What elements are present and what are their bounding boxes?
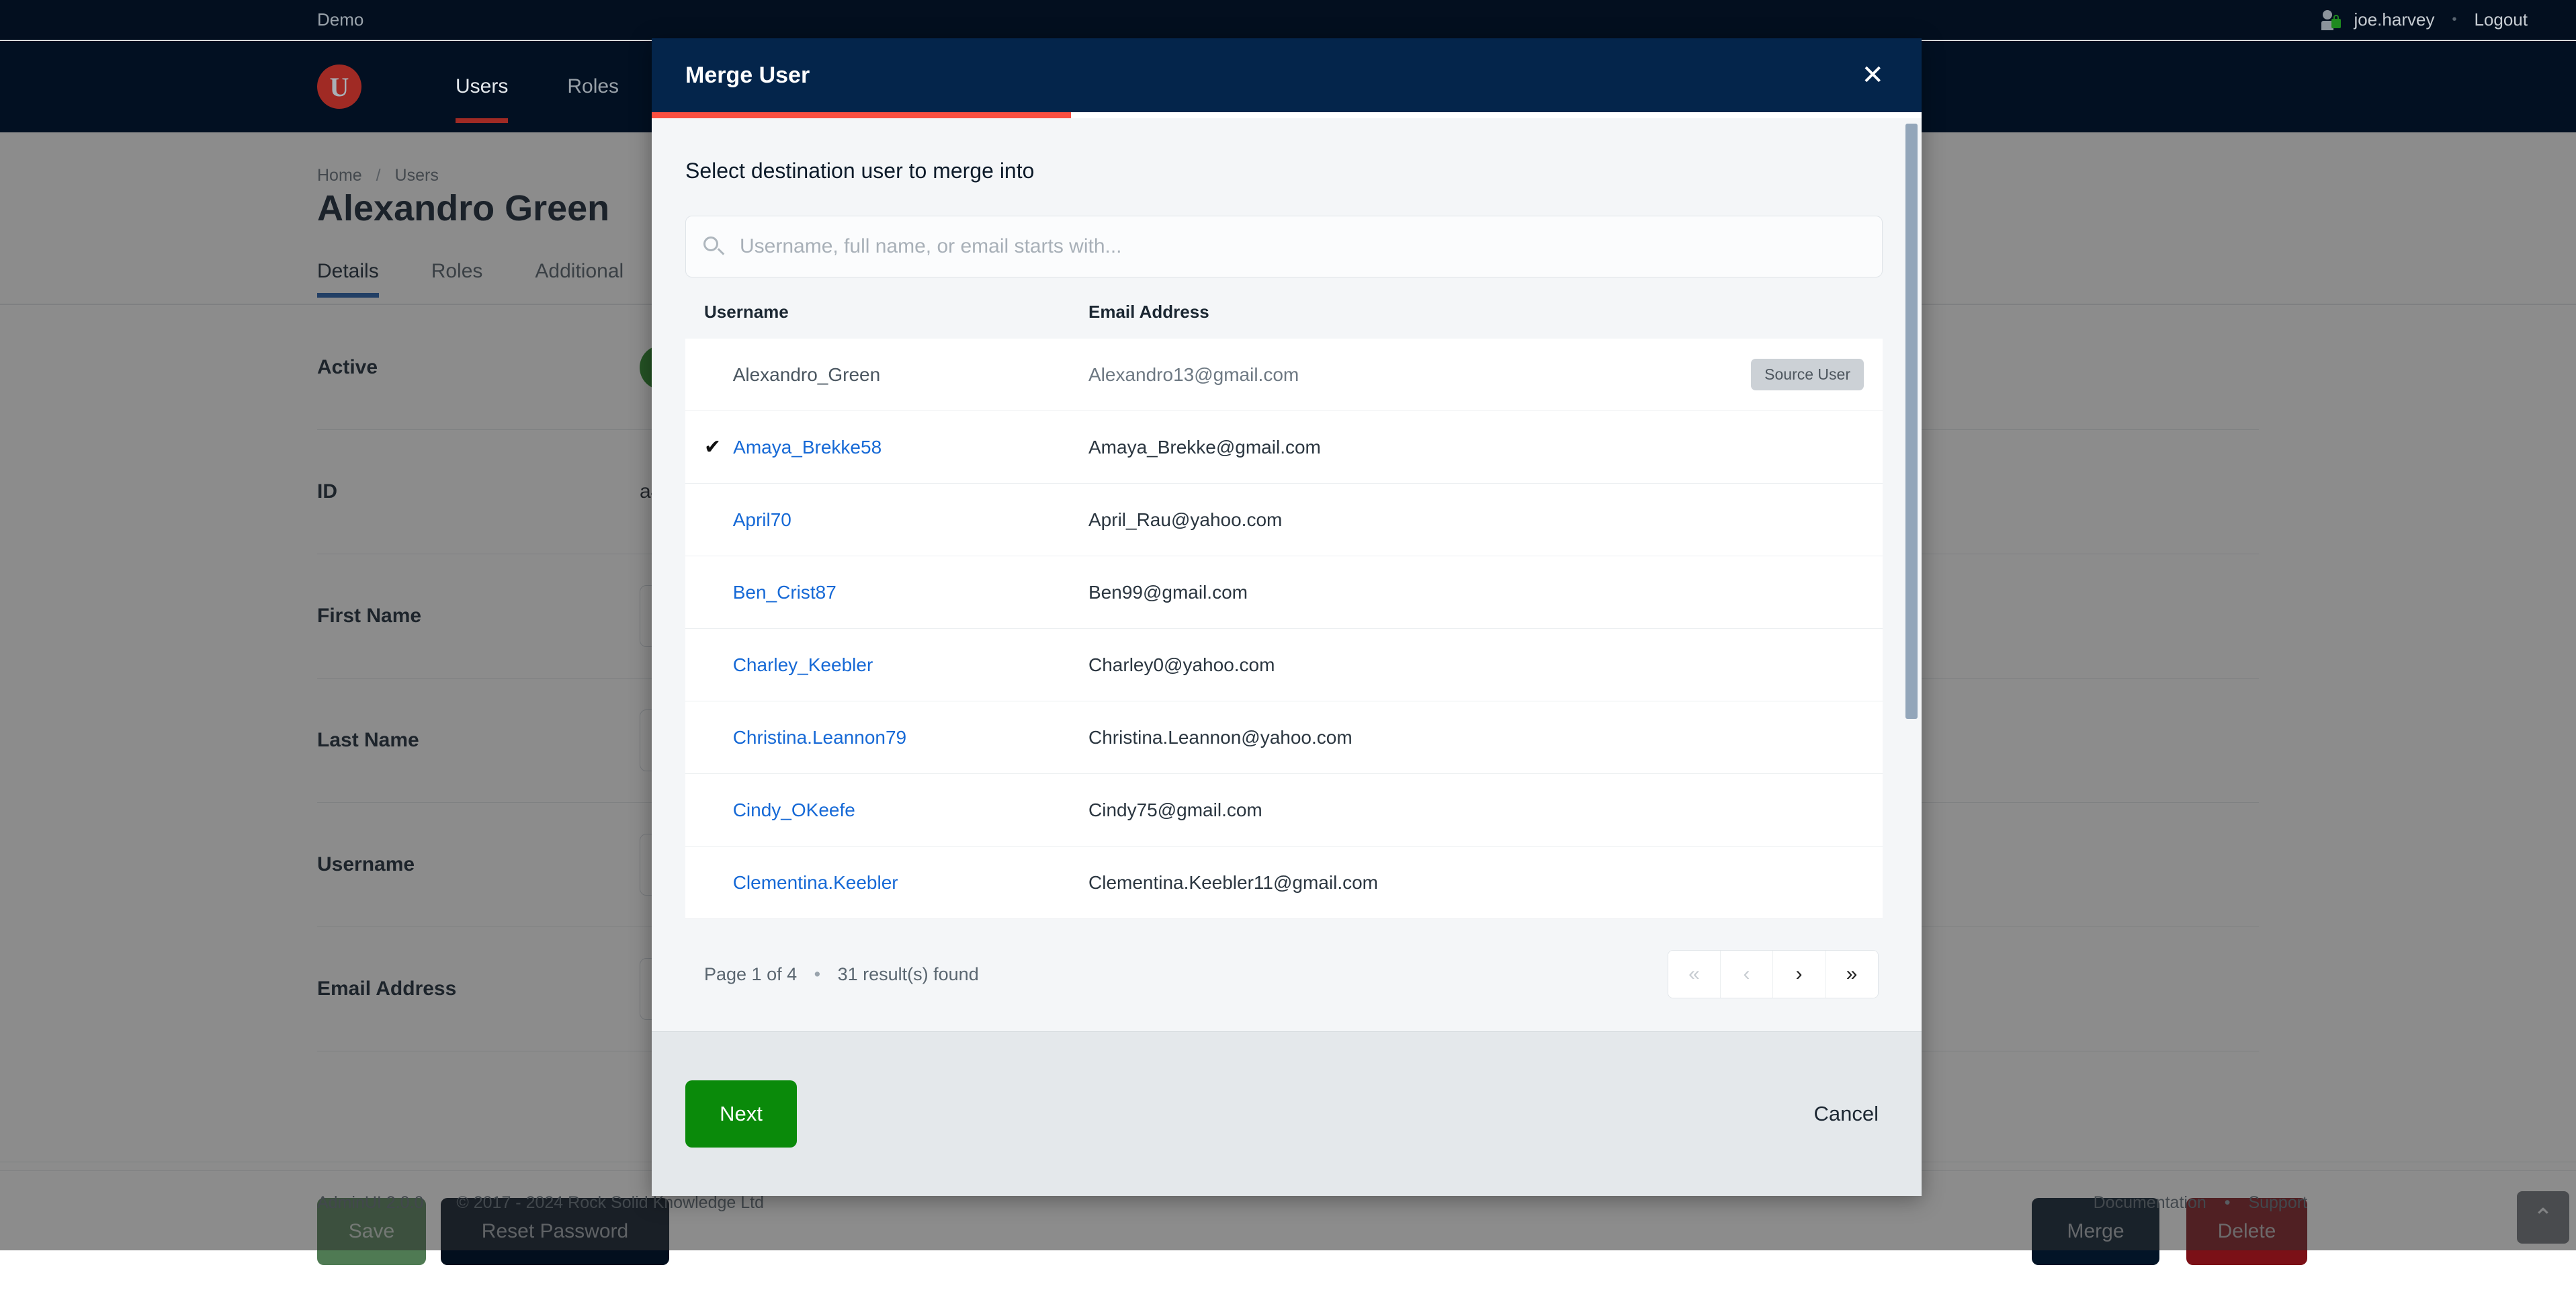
modal-body: Select destination user to merge into Us… [652, 118, 1922, 1031]
pagination-separator: • [814, 964, 820, 984]
pagination-buttons: « ‹ › » [1668, 950, 1879, 998]
table-row[interactable]: Clementina.Keebler Clementina.Keebler11@… [685, 847, 1883, 919]
close-icon[interactable]: ✕ [1857, 61, 1888, 89]
row-email: Charley0@yahoo.com [1088, 654, 1883, 676]
row-email: Ben99@gmail.com [1088, 582, 1883, 603]
row-username[interactable]: Christina.Leannon79 [733, 727, 1088, 748]
pagination: Page 1 of 4 • 31 result(s) found « ‹ › » [685, 919, 1883, 1025]
pagination-summary: Page 1 of 4 • 31 result(s) found [704, 964, 979, 985]
user-list: Alexandro_Green Alexandro13@gmail.com So… [685, 339, 1883, 919]
row-username[interactable]: Charley_Keebler [733, 654, 1088, 676]
modal-title: Merge User [685, 62, 810, 89]
result-count: 31 result(s) found [838, 964, 979, 984]
row-check-icon: ✔ [704, 435, 721, 459]
row-username[interactable]: Ben_Crist87 [733, 582, 1088, 603]
logout-link[interactable]: Logout [2474, 9, 2528, 30]
row-email: Amaya_Brekke@gmail.com [1088, 437, 1883, 458]
row-username[interactable]: April70 [733, 509, 1088, 531]
modal-scrollbar[interactable] [1905, 124, 1918, 1026]
top-bar-right: joe.harvey • Logout [2321, 9, 2528, 30]
wizard-progress-fill [652, 112, 1071, 118]
row-email: Alexandro13@gmail.com [1088, 364, 1751, 386]
top-bar: Demo joe.harvey • Logout [0, 0, 2576, 40]
tenant-name: Demo [317, 9, 363, 30]
modal-scroll-area: Select destination user to merge into Us… [652, 118, 1922, 1031]
scrollbar-thumb[interactable] [1905, 124, 1918, 719]
merge-user-modal: Merge User ✕ Select destination user to … [652, 38, 1922, 1196]
app-logo[interactable]: U [317, 64, 361, 109]
topbar-separator: • [2452, 12, 2456, 28]
row-username: Alexandro_Green [733, 364, 1088, 386]
table-row: Alexandro_Green Alexandro13@gmail.com So… [685, 339, 1883, 411]
row-username[interactable]: Clementina.Keebler [733, 872, 1088, 894]
modal-subtitle: Select destination user to merge into [685, 159, 1883, 183]
row-username[interactable]: Amaya_Brekke58 [733, 437, 1088, 458]
row-email: Christina.Leannon@yahoo.com [1088, 727, 1883, 748]
previous-page-icon[interactable]: ‹ [1721, 951, 1773, 998]
cancel-button[interactable]: Cancel [1810, 1101, 1883, 1127]
search-icon [702, 235, 725, 258]
column-header-email: Email Address [1088, 302, 1883, 322]
next-page-icon[interactable]: › [1773, 951, 1826, 998]
row-username[interactable]: Cindy_OKeefe [733, 800, 1088, 821]
current-user-label: joe.harvey [2354, 9, 2434, 30]
search-input[interactable] [738, 234, 1866, 259]
row-email: Cindy75@gmail.com [1088, 800, 1883, 821]
nav-item-users[interactable]: Users [426, 41, 538, 132]
table-row[interactable]: Christina.Leannon79 Christina.Leannon@ya… [685, 701, 1883, 774]
table-row[interactable]: Charley_Keebler Charley0@yahoo.com [685, 629, 1883, 701]
modal-footer: Next Cancel [652, 1031, 1922, 1196]
nav-item-roles[interactable]: Roles [538, 41, 648, 132]
row-email: April_Rau@yahoo.com [1088, 509, 1883, 531]
user-lock-icon [2321, 10, 2344, 30]
row-email: Clementina.Keebler11@gmail.com [1088, 872, 1883, 894]
table-row[interactable]: April70 April_Rau@yahoo.com [685, 484, 1883, 556]
first-page-icon[interactable]: « [1668, 951, 1721, 998]
modal-header: Merge User ✕ [652, 38, 1922, 112]
search-box[interactable] [685, 216, 1883, 277]
column-header-username: Username [685, 302, 1088, 322]
last-page-icon[interactable]: » [1826, 951, 1878, 998]
status-badge: Source User [1751, 359, 1864, 390]
table-row[interactable]: ✔ Amaya_Brekke58 Amaya_Brekke@gmail.com [685, 411, 1883, 484]
table-row[interactable]: Cindy_OKeefe Cindy75@gmail.com [685, 774, 1883, 847]
table-row[interactable]: Ben_Crist87 Ben99@gmail.com [685, 556, 1883, 629]
table-header: Username Email Address [685, 277, 1883, 339]
page-indicator: Page 1 of 4 [704, 964, 797, 984]
wizard-progress-bar [652, 112, 1922, 118]
next-button[interactable]: Next [685, 1080, 797, 1148]
